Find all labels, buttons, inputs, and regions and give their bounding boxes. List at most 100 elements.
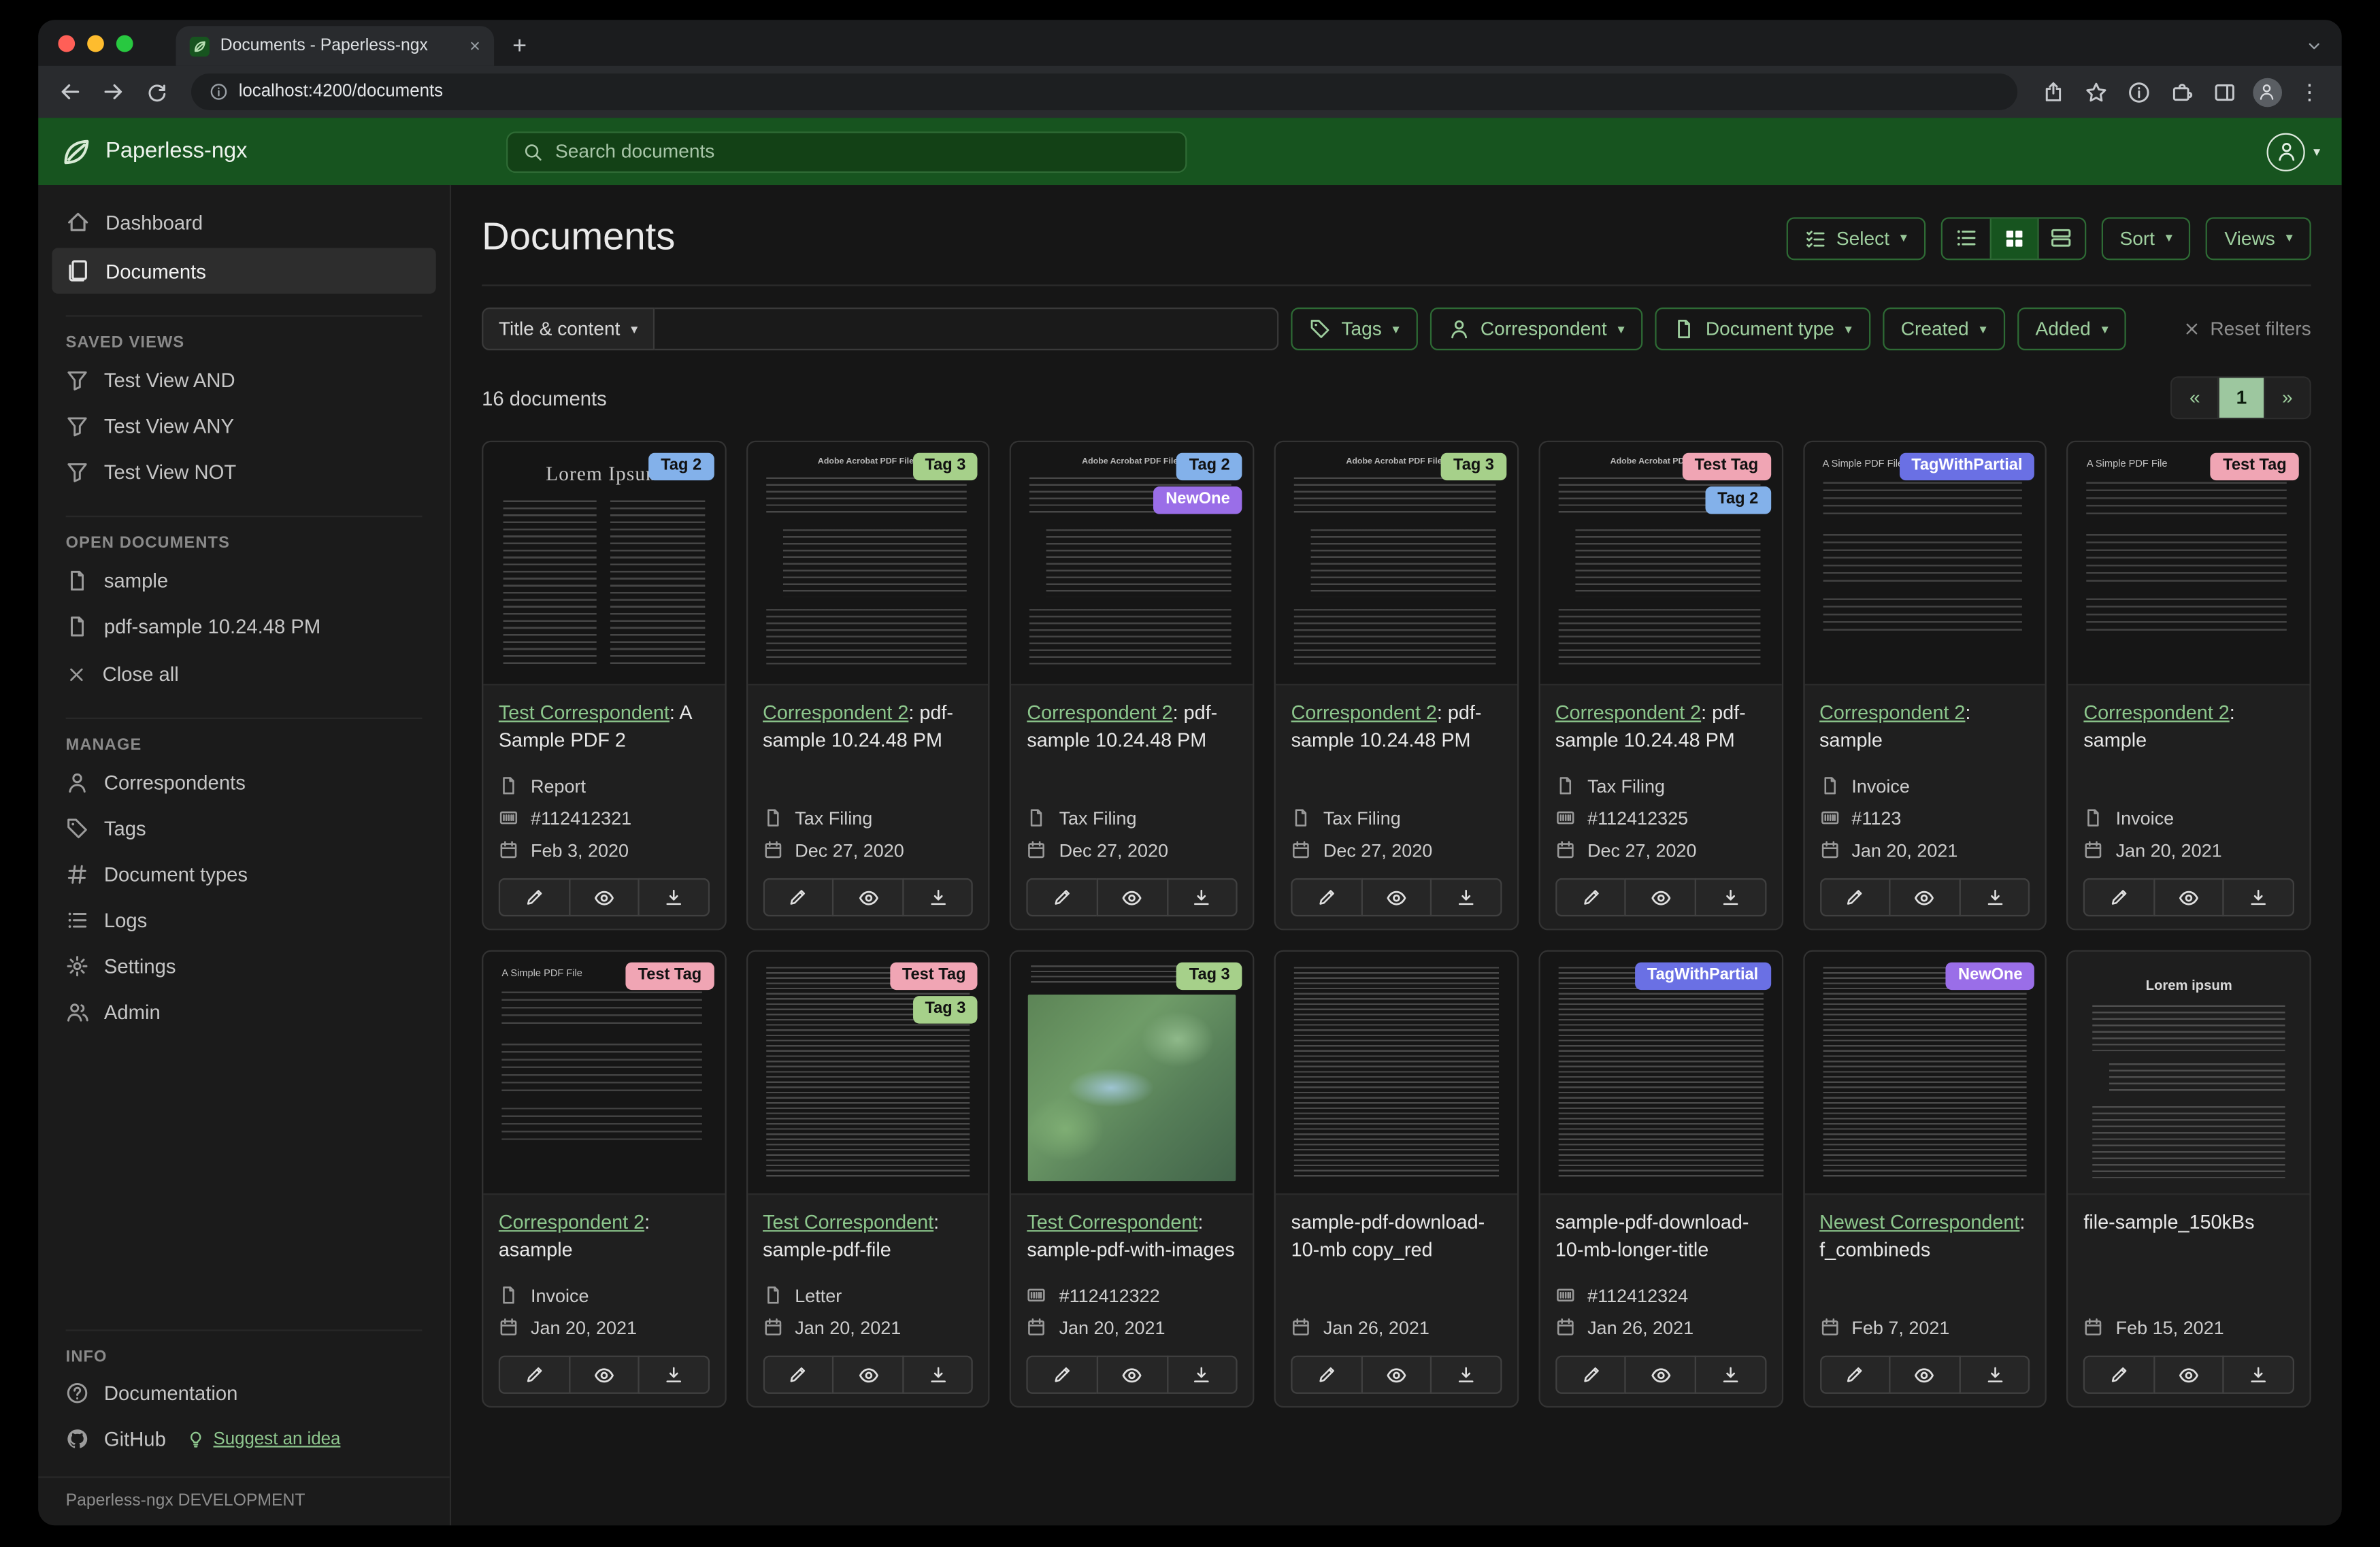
edit-document-button[interactable] [1291, 878, 1363, 917]
document-card[interactable]: NewOne Newest Correspondent: f_combineds [1802, 950, 2047, 1408]
edit-document-button[interactable] [2083, 878, 2155, 917]
asn-row[interactable]: #112412324 [1555, 1279, 1766, 1311]
select-button[interactable]: Select ▾ [1785, 216, 1926, 260]
zoom-window-button[interactable] [116, 35, 133, 52]
tag-badge[interactable]: Tag 3 [1176, 962, 1242, 991]
document-card[interactable]: Lorem Ipsum Tag 2 Test Correspondent: A … [482, 440, 727, 931]
download-document-button[interactable] [2223, 878, 2294, 917]
document-thumbnail[interactable]: A Simple PDF File TagWithPartial [1804, 442, 2046, 686]
github-link[interactable]: GitHub [104, 1427, 166, 1450]
preview-document-button[interactable] [1361, 878, 1432, 917]
reset-filters-button[interactable]: Reset filters [2183, 318, 2311, 339]
sidebar-item-manage[interactable]: Correspondents [52, 761, 435, 805]
download-document-button[interactable] [1166, 878, 1238, 917]
document-thumbnail[interactable]: Adobe Acrobat PDF Files Tag 3 [1276, 442, 1517, 686]
download-document-button[interactable] [1694, 1355, 1766, 1394]
tab-search-chevron-icon[interactable] [2305, 37, 2324, 55]
preview-document-button[interactable] [1096, 878, 1168, 917]
side-panel-icon[interactable] [2204, 72, 2243, 112]
correspondent-filter-button[interactable]: Correspondent ▾ [1429, 307, 1643, 351]
preview-document-button[interactable] [1889, 1355, 1961, 1394]
tag-badge[interactable]: TagWithPartial [1634, 962, 1771, 991]
tag-badge[interactable]: Test Tag [625, 962, 714, 991]
document-type-row[interactable]: Letter [763, 1279, 974, 1311]
download-document-button[interactable] [1959, 878, 2030, 917]
extensions-icon[interactable] [2161, 72, 2200, 112]
tag-badge[interactable]: Tag 3 [1441, 452, 1506, 481]
correspondent-link[interactable]: Correspondent 2 [763, 701, 908, 724]
sidebar-item-close-all[interactable]: Close all [52, 652, 435, 696]
filter-field-dropdown[interactable]: Title & content ▾ [482, 307, 655, 351]
view-list-button[interactable] [1943, 218, 1990, 257]
download-document-button[interactable] [2223, 1355, 2294, 1394]
user-menu[interactable]: ▾ [2267, 132, 2320, 171]
download-document-button[interactable] [638, 878, 710, 917]
document-card[interactable]: A Simple PDF File Test Tag Correspondent… [2066, 440, 2311, 931]
filter-text-input[interactable] [655, 307, 1279, 351]
preview-document-button[interactable] [2153, 878, 2225, 917]
document-type-filter-button[interactable]: Document type ▾ [1655, 307, 1870, 351]
forward-icon[interactable] [93, 72, 133, 112]
document-thumbnail[interactable]: Adobe Acrobat PDF Files Tag 2 NewOne [1011, 442, 1253, 686]
sidebar-item-saved-view[interactable]: Test View NOT [52, 450, 435, 494]
edit-document-button[interactable] [763, 878, 834, 917]
close-window-button[interactable] [58, 35, 76, 52]
tag-badge[interactable]: Test Tag [1682, 452, 1771, 481]
preview-document-button[interactable] [2153, 1355, 2225, 1394]
tag-badge[interactable]: Tag 3 [912, 996, 978, 1025]
bookmark-star-icon[interactable] [2076, 72, 2115, 112]
document-card[interactable]: A Simple PDF File TagWithPartial Corresp… [1802, 440, 2047, 931]
sidebar-item-saved-view[interactable]: Test View ANY [52, 404, 435, 448]
browser-profile-avatar[interactable] [2247, 72, 2286, 112]
tag-badge[interactable]: Tag 2 [1705, 486, 1771, 515]
document-card[interactable]: Tag 3 Test Correspondent: sample-pdf-wit… [1010, 950, 1255, 1408]
page-info-icon[interactable] [2118, 72, 2158, 112]
edit-document-button[interactable] [2083, 1355, 2155, 1394]
document-card[interactable]: Adobe Acrobat PDF Files Tag 3 Correspond… [1274, 440, 1519, 931]
asn-row[interactable]: #112412321 [499, 801, 710, 833]
document-card[interactable]: Adobe Acrobat PDF Files Test Tag Tag 2 Co… [1538, 440, 1783, 931]
document-thumbnail[interactable]: Adobe Acrobat PDF Files Test Tag Tag 2 [1540, 442, 1781, 686]
new-tab-button[interactable]: + [512, 35, 527, 60]
sidebar-item-open-document[interactable]: pdf-sample 10.24.48 PM [52, 604, 435, 648]
close-tab-icon[interactable]: × [469, 37, 480, 55]
edit-document-button[interactable] [1555, 1355, 1627, 1394]
document-thumbnail[interactable]: TagWithPartial [1540, 951, 1781, 1195]
edit-document-button[interactable] [1291, 1355, 1363, 1394]
document-type-row[interactable]: Invoice [499, 1279, 710, 1311]
asn-row[interactable]: #1123 [1819, 801, 2030, 833]
tag-badge[interactable]: Tag 2 [648, 452, 714, 481]
edit-document-button[interactable] [1555, 878, 1627, 917]
tag-badge[interactable]: Test Tag [2211, 452, 2299, 481]
tag-badge[interactable]: Tag 3 [912, 452, 978, 481]
download-document-button[interactable] [638, 1355, 710, 1394]
preview-document-button[interactable] [1889, 878, 1961, 917]
suggest-idea-link[interactable]: Suggest an idea [187, 1430, 340, 1448]
download-document-button[interactable] [902, 878, 974, 917]
correspondent-link[interactable]: Test Correspondent [499, 701, 670, 724]
document-thumbnail[interactable]: Adobe Acrobat PDF Files Tag 3 [747, 442, 989, 686]
share-icon[interactable] [2033, 72, 2072, 112]
document-type-row[interactable]: Invoice [1819, 769, 2030, 801]
sidebar-item-saved-view[interactable]: Test View AND [52, 358, 435, 402]
correspondent-link[interactable]: Newest Correspondent [1819, 1210, 2019, 1233]
correspondent-link[interactable]: Correspondent 2 [1555, 701, 1701, 724]
edit-document-button[interactable] [1819, 878, 1891, 917]
document-card[interactable]: Test Tag Tag 3 Test Correspondent: sample… [746, 950, 991, 1408]
global-search[interactable] [506, 131, 1187, 173]
edit-document-button[interactable] [1027, 878, 1099, 917]
preview-document-button[interactable] [568, 1355, 640, 1394]
document-type-row[interactable]: Tax Filing [1027, 801, 1238, 833]
asn-row[interactable]: #112412325 [1555, 801, 1766, 833]
sidebar-item-manage[interactable]: Document types [52, 852, 435, 897]
tags-filter-button[interactable]: Tags ▾ [1291, 307, 1418, 351]
view-detail-button[interactable] [2037, 218, 2085, 258]
address-bar[interactable]: localhost:4200/documents [191, 73, 2018, 110]
correspondent-link[interactable]: Correspondent 2 [1027, 701, 1172, 724]
document-thumbnail[interactable]: NewOne [1804, 951, 2046, 1195]
sidebar-item-manage[interactable]: Settings [52, 944, 435, 988]
download-document-button[interactable] [1430, 878, 1502, 917]
sidebar-item-open-document[interactable]: sample [52, 559, 435, 603]
edit-document-button[interactable] [1819, 1355, 1891, 1394]
document-card[interactable]: sample-pdf-download-10-mb copy_red Jan 2… [1274, 950, 1519, 1408]
